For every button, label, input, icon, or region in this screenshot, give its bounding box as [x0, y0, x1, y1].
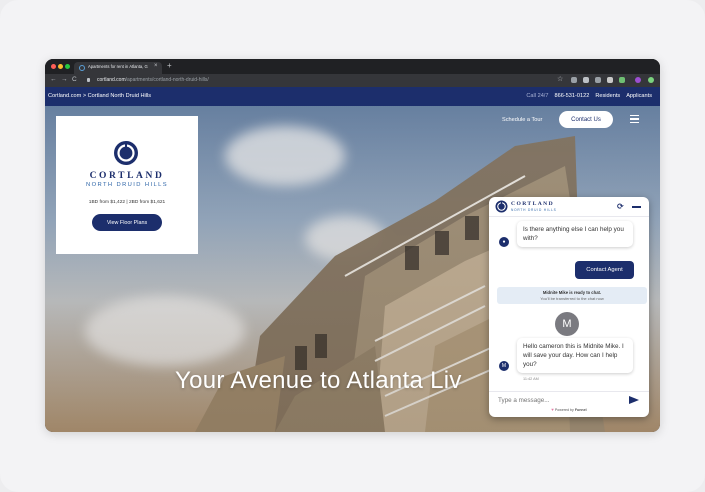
browser-tab[interactable]: Apartments for rent in Atlanta, G × — [74, 62, 162, 74]
back-button[interactable]: ← — [50, 76, 57, 83]
powered-by: ♥ Powered by Funnel — [489, 407, 649, 412]
contact-us-button[interactable]: Contact Us — [559, 111, 613, 128]
refresh-icon[interactable]: ⟳ — [617, 202, 624, 211]
close-tab-icon[interactable]: × — [154, 63, 158, 69]
extension-icon[interactable] — [595, 77, 601, 83]
agent-avatar: M — [555, 312, 579, 336]
applicants-link[interactable]: Applicants — [626, 93, 652, 99]
chat-brand-subname: NORTH DRUID HILLS — [511, 208, 557, 212]
minimize-window-dot[interactable] — [58, 64, 63, 69]
phone-link[interactable]: 866-531-0122 — [554, 93, 589, 99]
url-domain: cortland.com — [97, 77, 126, 83]
chat-messages: ● Is there anything else I can help you … — [489, 217, 649, 391]
tab-strip: Apartments for rent in Atlanta, G × + — [45, 59, 660, 74]
address-bar: ← → C cortland.com/apartments/cortland-n… — [45, 74, 660, 87]
forward-button[interactable]: → — [61, 76, 68, 83]
send-icon[interactable] — [629, 396, 639, 404]
message-timestamp: 11:42 AM — [523, 377, 539, 381]
schedule-tour-link[interactable]: Schedule a Tour — [502, 117, 542, 123]
agent-small-avatar: M — [499, 361, 509, 371]
extension-icon[interactable] — [607, 77, 613, 83]
star-icon[interactable]: ☆ — [557, 75, 563, 83]
system-notice: Midnite Mike is ready to chat. You'll be… — [497, 287, 647, 304]
price-summary: 1BD from $1,422 | 2BD from $1,621 — [88, 200, 166, 205]
contact-agent-button[interactable]: Contact Agent — [575, 261, 634, 279]
extension-icon[interactable] — [571, 77, 577, 83]
profile-avatar-icon[interactable] — [635, 77, 641, 83]
cortland-logo-icon — [495, 200, 508, 213]
favicon-icon — [79, 65, 85, 71]
bot-message: Is there anything else I can help you wi… — [517, 221, 633, 248]
chat-brand-name: CORTLAND — [511, 201, 555, 207]
url-input[interactable]: cortland.com/apartments/cortland-north-d… — [83, 76, 553, 85]
bot-chat-icon: ● — [499, 237, 509, 247]
brand-name: CORTLAND — [89, 171, 165, 181]
url-path: /apartments/cortland-north-druid-hills/ — [125, 77, 209, 83]
close-window-dot[interactable] — [51, 64, 56, 69]
chat-input-bar — [489, 391, 649, 407]
hamburger-menu-icon[interactable] — [630, 115, 639, 124]
residents-link[interactable]: Residents — [595, 93, 620, 99]
lock-icon — [87, 78, 90, 82]
powered-by-label: Powered by — [554, 408, 574, 412]
extension-icon[interactable] — [619, 77, 625, 83]
breadcrumb[interactable]: Cortland.com > Cortland North Druid Hill… — [48, 93, 151, 99]
brand-card: CORTLAND NORTH DRUID HILLS 1BD from $1,4… — [56, 116, 198, 254]
extension-icon[interactable] — [583, 77, 589, 83]
message-input[interactable] — [498, 396, 618, 405]
tab-title: Apartments for rent in Atlanta, G — [88, 64, 148, 69]
chat-widget: CORTLAND NORTH DRUID HILLS ⟳ ● Is there … — [489, 197, 649, 417]
reload-button[interactable]: C — [72, 76, 77, 83]
cortland-logo-icon — [114, 141, 138, 165]
site-navbar: Cortland.com > Cortland North Druid Hill… — [45, 87, 660, 106]
new-tab-button[interactable]: + — [167, 61, 172, 70]
heart-icon: ♥ — [551, 407, 554, 412]
powered-brand: Funnel — [574, 408, 587, 412]
hero-actions: Schedule a Tour Contact Us — [502, 111, 652, 131]
hero-tagline: Your Avenue to Atlanta Liv — [175, 367, 462, 394]
view-floor-plans-button[interactable]: View Floor Plans — [92, 214, 162, 231]
call-label: Call 24/7 — [526, 93, 549, 99]
system-notice-subtitle: You'll be transferred to the chat now — [540, 296, 604, 301]
brand-subname: NORTH DRUID HILLS — [86, 182, 168, 188]
extension-icon[interactable] — [648, 77, 654, 83]
maximize-window-dot[interactable] — [65, 64, 70, 69]
chat-header: CORTLAND NORTH DRUID HILLS ⟳ — [489, 197, 649, 217]
minimize-chat-icon[interactable] — [632, 206, 641, 208]
agent-message: Hello cameron this is Midnite Mike. I wi… — [517, 338, 633, 374]
system-notice-title: Midnite Mike is ready to chat. — [542, 290, 602, 295]
